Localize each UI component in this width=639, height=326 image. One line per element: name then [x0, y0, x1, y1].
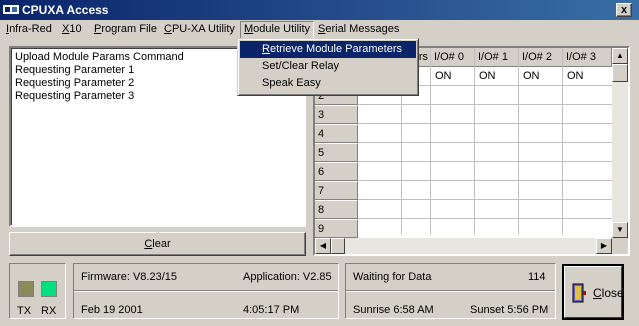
scroll-left-icon[interactable]: ◀ [315, 238, 331, 254]
grid-row-header: 3 [315, 105, 358, 124]
close-label: Close [593, 286, 624, 300]
menu-retrieve-module-parameters[interactable]: Retrieve Module Parameters [240, 41, 416, 58]
grid-row-header: 9 [315, 219, 358, 238]
menu-set-clear-relay[interactable]: Set/Clear Relay [240, 58, 416, 75]
window-title: CPUXA Access [22, 3, 109, 17]
scroll-down-icon[interactable]: ▼ [612, 222, 628, 238]
scroll-corner [612, 238, 628, 254]
status-count: 114 [528, 271, 546, 283]
grid-vertical-scrollbar[interactable]: ▲ ▼ [612, 48, 628, 238]
sunset-time: Sunset 5:56 PM [470, 304, 549, 316]
menu-speak-easy[interactable]: Speak Easy [240, 75, 416, 92]
application-version: Application: V2.85 [243, 271, 332, 283]
sunrise-time: Sunrise 6:58 AM [353, 304, 434, 316]
scroll-thumb[interactable] [331, 238, 345, 254]
menu-infra-red[interactable]: Infra-Red [6, 23, 52, 35]
grid-row-header: 8 [315, 200, 358, 219]
grid-row-header: 6 [315, 162, 358, 181]
scroll-thumb[interactable] [612, 64, 628, 82]
door-exit-icon [572, 283, 586, 303]
menu-program-file[interactable]: Program File [94, 23, 157, 35]
close-x-icon: x [620, 4, 628, 16]
date-display: Feb 19 2001 [81, 304, 143, 316]
firmware-version: Firmware: V8.23/15 [81, 271, 177, 283]
module-utility-dropdown: Retrieve Module Parameters Set/Clear Rel… [237, 38, 419, 96]
title-bar: CPUXA Access x [0, 0, 639, 20]
grid-cell: ON [479, 70, 496, 82]
scroll-right-icon[interactable]: ▶ [596, 238, 612, 254]
grid-cell: ON [523, 70, 540, 82]
rx-label: RX [41, 305, 57, 317]
divider [346, 290, 555, 292]
menu-x10[interactable]: X10 [62, 23, 82, 35]
status-message: Waiting for Data [353, 271, 432, 283]
menu-bar: Infra-Red X10 Program File CPU-XA Utilit… [0, 20, 639, 40]
grid-horizontal-scrollbar[interactable]: ◀ ▶ [315, 238, 612, 254]
rx-indicator [41, 281, 57, 297]
app-icon [3, 5, 19, 14]
grid-cell: ON [567, 70, 584, 82]
time-display: 4:05:17 PM [243, 304, 300, 316]
window-close-button[interactable]: x [616, 3, 632, 17]
grid-cell: ON [435, 70, 452, 82]
grid-col-header: I/O# 3 [563, 48, 612, 67]
grid-row-header: 7 [315, 181, 358, 200]
grid-col-header: I/O# 2 [519, 48, 563, 67]
menu-cpu-xa-utility[interactable]: CPU-XA Utility [164, 23, 235, 35]
grid-row-header: 4 [315, 124, 358, 143]
scroll-up-icon[interactable]: ▲ [612, 48, 628, 64]
grid-col-header: I/O# 1 [475, 48, 519, 67]
grid-col-header: I/O# 0 [431, 48, 475, 67]
grid-row-header: 5 [315, 143, 358, 162]
menu-serial-messages[interactable]: Serial Messages [318, 23, 399, 35]
tx-label: TX [17, 305, 32, 317]
divider [74, 290, 338, 292]
close-button[interactable]: Close [562, 264, 624, 320]
clear-button[interactable]: Clear [9, 232, 306, 256]
tx-indicator [18, 281, 34, 297]
